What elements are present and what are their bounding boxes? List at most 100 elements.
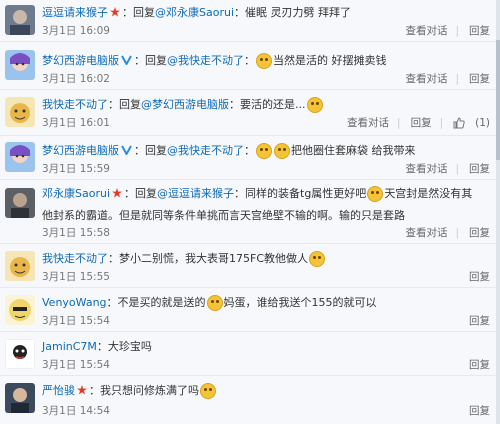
- reply-link[interactable]: 回复: [469, 315, 490, 327]
- comment-time: 3月1日 15:55: [42, 271, 110, 283]
- commenter-name[interactable]: 梦幻西游电脑版: [42, 54, 119, 67]
- mention-link[interactable]: @逗逗请来猴子: [157, 187, 234, 200]
- reply-link[interactable]: 回复: [469, 25, 490, 37]
- comment-item: 梦幻西游电脑版 ：回复@我快走不动了： 把他圈住套麻袋 给我带来 3月1日 15:5…: [0, 136, 496, 180]
- smiley-emoji-icon: [367, 186, 384, 202]
- comment-item: VenyoWang：不是买的就是送的 妈蛋，谁给我送个155的就可以 3月1日 1…: [0, 288, 496, 332]
- avatar[interactable]: [5, 339, 35, 369]
- avatar[interactable]: [5, 383, 35, 413]
- commenter-name[interactable]: 梦幻西游电脑版: [42, 144, 119, 157]
- reply-prefix: ：回复: [134, 144, 167, 157]
- smiley-emoji-icon: [206, 295, 223, 311]
- comment-text: 当然是活的 好摆摊卖钱: [273, 54, 387, 67]
- reply-prefix: ：: [89, 384, 100, 397]
- reply-link[interactable]: 回复: [411, 117, 432, 129]
- avatar[interactable]: [5, 97, 35, 127]
- mention-link[interactable]: @我快走不动了: [167, 144, 244, 157]
- comment-item: 严怡骏 ：我只想问修炼满了吗 3月1日 14:54 回复: [0, 376, 496, 424]
- smiley-emoji-icon: [256, 143, 272, 159]
- comment-item: 邓永康Saorui ：回复@逗逗请来猴子：同样的装备tg属性更好吧 天宫封是然没有其…: [0, 180, 496, 244]
- divider: |: [397, 117, 401, 129]
- reply-link[interactable]: 回复: [469, 163, 490, 175]
- comment-text: 大珍宝吗: [107, 340, 152, 353]
- comment-time: 3月1日 15:54: [42, 315, 110, 327]
- reply-prefix: ：回复: [134, 54, 167, 67]
- reply-link[interactable]: 回复: [469, 271, 490, 283]
- view-conversation-link[interactable]: 查看对话: [347, 117, 389, 129]
- avatar[interactable]: [5, 50, 35, 80]
- reply-prefix: ：回复: [108, 98, 141, 111]
- comment-text: 不是买的就是送的: [117, 296, 206, 309]
- reply-link[interactable]: 回复: [469, 359, 490, 371]
- comment-list: 逗逗请来猴子 ：回复@邓永康Saorui：催眠 灵刃力劈 拜拜了 3月1日 16:…: [0, 0, 496, 424]
- comment-time: 3月1日 15:59: [42, 163, 110, 175]
- smiley-emoji-icon: [309, 251, 326, 267]
- thumbs-up-icon: [453, 117, 465, 129]
- colon: ：: [244, 144, 255, 157]
- reply-prefix: ：回复: [122, 6, 155, 19]
- divider: |: [455, 163, 459, 175]
- commenter-name[interactable]: 邓永康Saorui: [42, 187, 110, 200]
- comment-item: 梦幻西游电脑版 ：回复@我快走不动了： 当然是活的 好摆摊卖钱 3月1日 16:02…: [0, 42, 496, 90]
- star-badge-icon: [112, 184, 123, 205]
- mention-link[interactable]: @我快走不动了: [167, 54, 244, 67]
- avatar[interactable]: [5, 295, 35, 325]
- comment-time: 3月1日 16:09: [42, 25, 110, 37]
- laughing-emoji-icon: [200, 383, 216, 399]
- commenter-name[interactable]: 我快走不动了: [42, 252, 108, 265]
- avatar[interactable]: [5, 5, 35, 35]
- scrollbar-thumb[interactable]: [496, 40, 500, 160]
- reply-link[interactable]: 回复: [469, 227, 490, 239]
- comment-time: 3月1日 16:01: [42, 117, 110, 129]
- commenter-name[interactable]: JaminC7M: [42, 340, 97, 353]
- colon: ：: [244, 54, 255, 67]
- view-conversation-link[interactable]: 查看对话: [405, 227, 447, 239]
- comment-text: 我只想问修炼满了吗: [100, 384, 199, 397]
- comment-text: ：要活的还是...: [229, 98, 306, 111]
- comment-item: JaminC7M：大珍宝吗 3月1日 15:54 回复: [0, 332, 496, 376]
- commenter-name[interactable]: 逗逗请来猴子: [42, 6, 108, 19]
- reply-prefix: ：: [106, 296, 118, 309]
- avatar[interactable]: [5, 188, 35, 218]
- divider: |: [439, 117, 444, 129]
- comment-text: 把他圈住套麻袋 给我带来: [291, 144, 416, 157]
- verified-badge-icon: [121, 51, 132, 72]
- comment-text: ：催眠 灵刃力劈 拜拜了: [234, 6, 352, 19]
- view-conversation-link[interactable]: 查看对话: [405, 25, 447, 37]
- reply-prefix: ：: [96, 340, 108, 353]
- verified-badge-icon: [121, 141, 132, 162]
- reply-link[interactable]: 回复: [469, 73, 490, 85]
- view-conversation-link[interactable]: 查看对话: [405, 73, 447, 85]
- scrollbar[interactable]: [496, 0, 500, 424]
- comment-text-continued: 妈蛋，谁给我送个155的就可以: [223, 296, 377, 309]
- comment-text: 梦小二别慌，我大表哥175FC教他做人: [119, 252, 309, 265]
- comment-item: 我快走不动了：回复@梦幻西游电脑版：要活的还是... 3月1日 16:01 查看…: [0, 90, 496, 136]
- like-count: (1): [475, 117, 490, 129]
- comment-time: 3月1日 14:54: [42, 405, 110, 417]
- mention-link[interactable]: @邓永康Saorui: [155, 6, 234, 19]
- divider: |: [455, 227, 459, 239]
- avatar[interactable]: [5, 251, 35, 281]
- reply-prefix: ：回复: [124, 187, 158, 200]
- reply-link[interactable]: 回复: [469, 405, 490, 417]
- comment-text: ：同样的装备tg属性更好吧: [234, 187, 367, 200]
- divider: |: [455, 73, 459, 85]
- comment-item: 逗逗请来猴子 ：回复@邓永康Saorui：催眠 灵刃力劈 拜拜了 3月1日 16:…: [0, 0, 496, 42]
- smiley-emoji-icon: [274, 143, 290, 159]
- mention-link[interactable]: @梦幻西游电脑版: [141, 98, 229, 111]
- avatar[interactable]: [5, 142, 35, 172]
- commenter-name[interactable]: 严怡骏: [42, 384, 75, 397]
- star-badge-icon: [110, 3, 120, 24]
- comment-time: 3月1日 16:02: [42, 73, 110, 85]
- like-button[interactable]: (1): [453, 117, 490, 129]
- divider: |: [455, 25, 459, 37]
- view-conversation-link[interactable]: 查看对话: [405, 163, 447, 175]
- smiley-emoji-icon: [256, 53, 272, 69]
- comment-time: 3月1日 15:54: [42, 359, 110, 371]
- smiley-emoji-icon: [306, 97, 323, 113]
- reply-prefix: ：: [108, 252, 119, 265]
- star-badge-icon: [77, 381, 87, 402]
- comment-time: 3月1日 15:58: [42, 227, 110, 239]
- commenter-name[interactable]: 我快走不动了: [42, 98, 108, 111]
- commenter-name[interactable]: VenyoWang: [42, 296, 107, 309]
